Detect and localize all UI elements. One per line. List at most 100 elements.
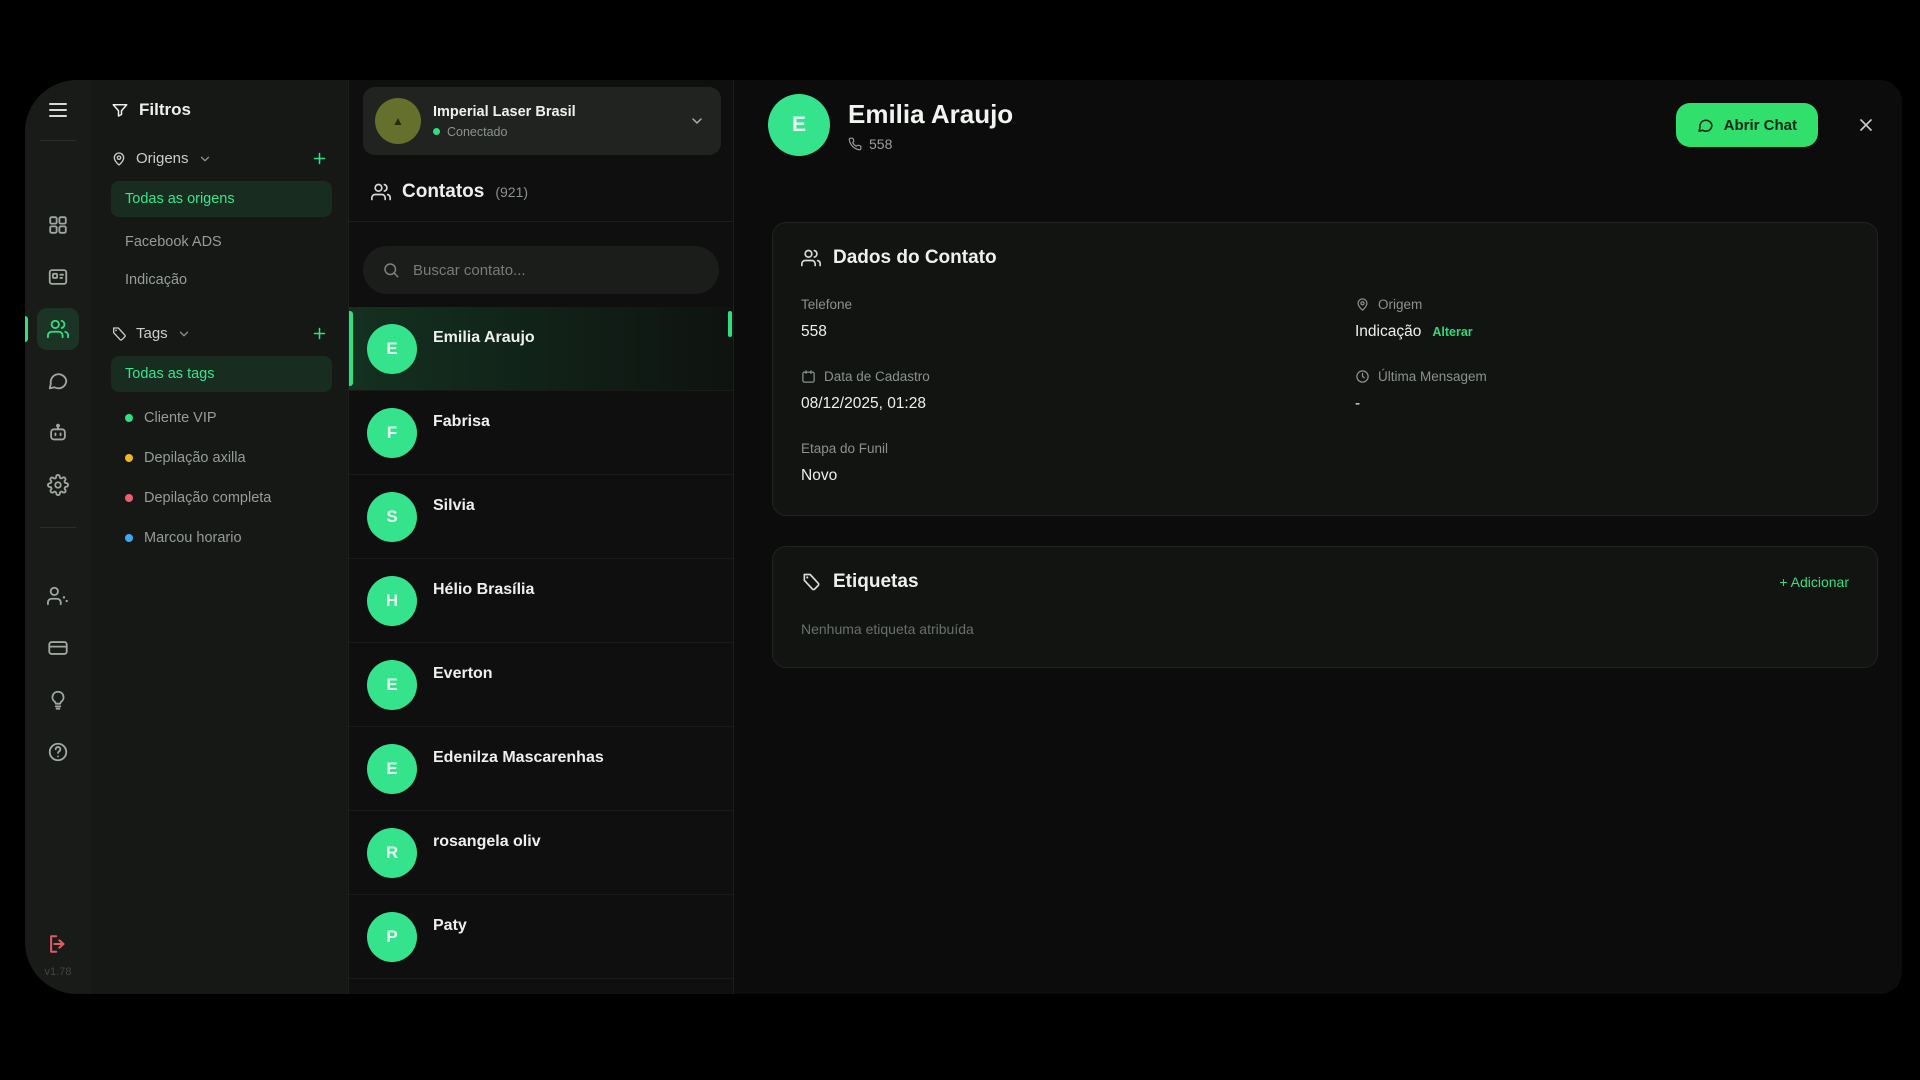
field-telefone: Telefone 558 bbox=[801, 297, 1295, 341]
field-value: 08/12/2025, 01:28 bbox=[801, 395, 1295, 413]
avatar: S bbox=[367, 492, 417, 542]
sidebar-item-help[interactable] bbox=[37, 731, 79, 773]
filters-header: Filtros bbox=[111, 100, 332, 120]
chat-bubble-icon bbox=[1697, 117, 1714, 134]
tag-item[interactable]: Depilação axilla bbox=[111, 438, 332, 478]
contacts-column: ▲ Imperial Laser Brasil Conectado Contat… bbox=[349, 80, 734, 994]
tag-item[interactable]: Cliente VIP bbox=[111, 398, 332, 438]
chevron-down-icon bbox=[689, 113, 705, 129]
lightbulb-icon bbox=[47, 689, 69, 711]
tag-color-dot bbox=[125, 454, 133, 462]
avatar: F bbox=[367, 408, 417, 458]
contact-name: Edenilza Mascarenhas bbox=[433, 749, 604, 767]
tag-icon bbox=[801, 572, 821, 592]
contact-row[interactable]: F Fabrisa bbox=[349, 391, 733, 475]
contact-name: Hélio Brasília bbox=[433, 581, 534, 599]
field-ultima-mensagem: Última Mensagem - bbox=[1355, 369, 1849, 413]
logout-button[interactable] bbox=[37, 926, 79, 962]
clock-icon bbox=[1355, 369, 1370, 384]
origin-item[interactable]: Facebook ADS bbox=[111, 223, 332, 261]
contact-name: Paty bbox=[433, 917, 467, 935]
tag-item[interactable]: Marcou horario bbox=[111, 518, 332, 558]
map-pin-icon bbox=[1355, 297, 1370, 312]
contact-row[interactable]: E Emilia Araujo bbox=[349, 307, 733, 391]
filter-funnel-icon bbox=[111, 101, 129, 119]
tag-icon bbox=[111, 326, 127, 342]
contact-row[interactable]: P Paty bbox=[349, 895, 733, 979]
field-value: 558 bbox=[801, 323, 1295, 341]
menu-icon[interactable] bbox=[37, 94, 79, 126]
kanban-board-icon bbox=[47, 266, 69, 288]
help-circle-icon bbox=[47, 741, 69, 763]
field-label: Telefone bbox=[801, 297, 852, 312]
sidebar-item-dashboard[interactable] bbox=[37, 204, 79, 246]
add-label-button[interactable]: + Adicionar bbox=[1779, 574, 1849, 590]
contact-data-card: Dados do Contato Telefone 558 Origem Ind… bbox=[772, 222, 1878, 516]
search-input[interactable] bbox=[413, 262, 700, 279]
field-label: Última Mensagem bbox=[1378, 369, 1487, 384]
chevron-down-icon bbox=[198, 152, 212, 166]
labels-empty-text: Nenhuma etiqueta atribuída bbox=[801, 621, 1849, 637]
contacts-header: Contatos (921) bbox=[349, 155, 733, 222]
sidebar-item-bot[interactable] bbox=[37, 412, 79, 454]
contact-row[interactable]: H Hélio Brasília bbox=[349, 559, 733, 643]
origin-item[interactable]: Indicação bbox=[111, 261, 332, 299]
contact-name: Fabrisa bbox=[433, 413, 490, 431]
account-selector[interactable]: ▲ Imperial Laser Brasil Conectado bbox=[363, 87, 721, 155]
contacts-title: Contatos bbox=[402, 181, 484, 203]
contact-row[interactable]: E Edenilza Mascarenhas bbox=[349, 727, 733, 811]
sidebar-item-chats[interactable] bbox=[37, 360, 79, 402]
sidebar-item-ideas[interactable] bbox=[37, 679, 79, 721]
open-chat-button[interactable]: Abrir Chat bbox=[1676, 103, 1818, 147]
avatar: E bbox=[367, 660, 417, 710]
change-origin-link[interactable]: Alterar bbox=[1432, 325, 1472, 339]
close-button[interactable] bbox=[1856, 115, 1876, 135]
contact-row[interactable]: S Silvia bbox=[349, 475, 733, 559]
calendar-icon bbox=[801, 369, 816, 384]
add-origin-button[interactable] bbox=[311, 150, 332, 167]
avatar: E bbox=[768, 94, 830, 156]
origin-item-all[interactable]: Todas as origens bbox=[111, 181, 332, 217]
account-logo-glyph: ▲ bbox=[392, 117, 404, 125]
contact-name: Everton bbox=[433, 665, 493, 683]
contact-detail-phone: 558 bbox=[848, 136, 1013, 152]
origins-section-header[interactable]: Origens bbox=[111, 150, 332, 167]
phone-icon bbox=[848, 137, 862, 151]
add-tag-button[interactable] bbox=[311, 325, 332, 342]
account-status-label: Conectado bbox=[447, 125, 507, 139]
account-meta: Imperial Laser Brasil Conectado bbox=[433, 104, 576, 139]
sidebar-item-settings[interactable] bbox=[37, 464, 79, 506]
field-value: Novo bbox=[801, 467, 1295, 485]
labels-card-header: Etiquetas + Adicionar bbox=[801, 571, 1849, 593]
contact-name: rosangela oliv bbox=[433, 833, 541, 851]
sidebar-item-contacts[interactable] bbox=[37, 308, 79, 350]
tag-item[interactable]: Depilação completa bbox=[111, 478, 332, 518]
chat-bubble-icon bbox=[47, 370, 69, 392]
search-icon bbox=[382, 261, 400, 279]
contact-row[interactable]: R rosangela oliv bbox=[349, 811, 733, 895]
list-scrollbar[interactable] bbox=[728, 311, 732, 337]
avatar: E bbox=[367, 324, 417, 374]
origins-section: Origens Todas as origens Facebook ADS In… bbox=[111, 150, 332, 299]
contacts-count: (921) bbox=[495, 184, 528, 200]
open-chat-label: Abrir Chat bbox=[1724, 117, 1797, 134]
contact-data-card-header: Dados do Contato bbox=[801, 247, 1849, 269]
labels-card: Etiquetas + Adicionar Nenhuma etiqueta a… bbox=[772, 546, 1878, 668]
tag-label: Marcou horario bbox=[144, 530, 242, 546]
avatar: E bbox=[367, 744, 417, 794]
contact-list: E Emilia Araujo F Fabrisa S Silvia H Hél… bbox=[349, 307, 733, 994]
tag-item-all[interactable]: Todas as tags bbox=[111, 356, 332, 392]
tags-section-header[interactable]: Tags bbox=[111, 325, 332, 342]
contact-row[interactable]: E Everton bbox=[349, 643, 733, 727]
field-label: Data de Cadastro bbox=[824, 369, 930, 384]
sidebar-item-referrals[interactable] bbox=[37, 575, 79, 617]
chevron-down-icon bbox=[177, 327, 191, 341]
dashboard-icon bbox=[47, 214, 69, 236]
avatar: H bbox=[367, 576, 417, 626]
sidebar-item-kanban[interactable] bbox=[37, 256, 79, 298]
contacts-icon bbox=[371, 182, 391, 202]
sidebar-item-billing[interactable] bbox=[37, 627, 79, 669]
detail-identity: Emilia Araujo 558 bbox=[848, 99, 1013, 152]
contact-search bbox=[363, 246, 719, 294]
avatar: P bbox=[367, 912, 417, 962]
